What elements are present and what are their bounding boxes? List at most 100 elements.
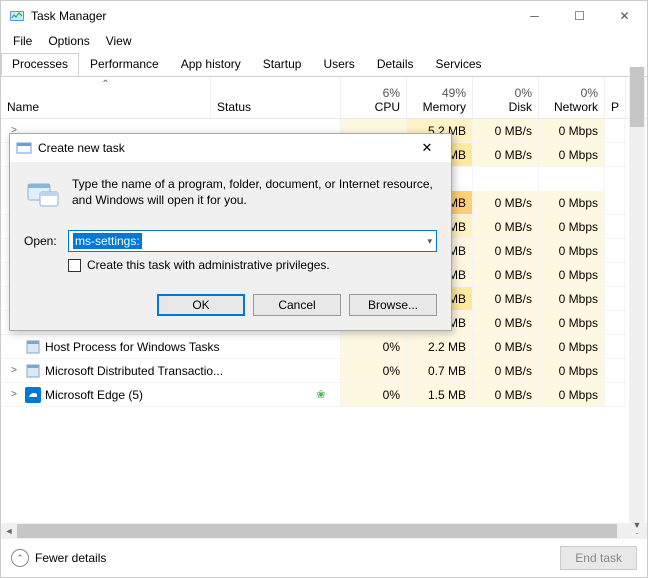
net-cell: 0 Mbps	[539, 119, 605, 142]
sort-arrow-icon: ⌃	[101, 79, 109, 90]
mem-cell: 0.7 MB	[407, 359, 473, 382]
chevron-up-icon: ⌃	[11, 549, 29, 567]
net-cell: 0 Mbps	[539, 215, 605, 238]
expand-icon[interactable]: >	[7, 389, 21, 400]
extra-cell	[605, 263, 625, 286]
disk-cell: 0 MB/s	[473, 143, 539, 166]
process-name: Microsoft Edge (5)	[45, 388, 143, 402]
menubar: File Options View	[1, 31, 647, 51]
tab-services[interactable]: Services	[425, 53, 493, 76]
process-name: Microsoft Distributed Transactio...	[45, 364, 223, 378]
header-name[interactable]: ⌃ Name	[1, 77, 211, 118]
net-cell: 0 Mbps	[539, 359, 605, 382]
process-name-cell: > Microsoft Distributed Transactio...	[1, 359, 341, 382]
cancel-button[interactable]: Cancel	[253, 294, 341, 316]
net-cell: 0 Mbps	[539, 143, 605, 166]
hscroll-thumb[interactable]	[17, 524, 617, 538]
disk-cell: 0 MB/s	[473, 359, 539, 382]
admin-checkbox-label: Create this task with administrative pri…	[87, 258, 330, 272]
column-headers: ⌃ Name Status 6% CPU 49% Memory 0% Disk …	[1, 77, 647, 119]
ok-button[interactable]: OK	[157, 294, 245, 316]
leaf-icon: ❀	[314, 388, 328, 401]
tab-performance[interactable]: Performance	[79, 53, 170, 76]
header-disk[interactable]: 0% Disk	[473, 77, 539, 118]
menu-view[interactable]: View	[98, 32, 140, 50]
footer: ⌃ Fewer details End task	[1, 539, 647, 577]
net-cell: 0 Mbps	[539, 263, 605, 286]
menu-options[interactable]: Options	[40, 32, 97, 50]
process-name-cell: > Microsoft Edge (5) ❀	[1, 383, 341, 406]
disk-cell	[473, 167, 539, 191]
header-status[interactable]: Status	[211, 77, 341, 118]
scroll-left-icon[interactable]: ◄	[1, 523, 17, 539]
horizontal-scrollbar[interactable]: ◄ ►	[1, 523, 647, 539]
disk-cell: 0 MB/s	[473, 263, 539, 286]
net-cell: 0 Mbps	[539, 287, 605, 310]
expand-icon[interactable]: >	[7, 365, 21, 376]
disk-cell: 0 MB/s	[473, 119, 539, 142]
extra-cell	[605, 383, 625, 406]
net-cell: 0 Mbps	[539, 191, 605, 214]
dialog-titlebar: Create new task ✕	[10, 134, 451, 162]
open-value: ms-settings:	[73, 233, 142, 249]
tab-app-history[interactable]: App history	[170, 53, 252, 76]
tab-details[interactable]: Details	[366, 53, 425, 76]
extra-cell	[605, 359, 625, 382]
mem-cell: 2.2 MB	[407, 335, 473, 358]
net-cell: 0 Mbps	[539, 383, 605, 406]
scroll-down-icon[interactable]: ▼	[629, 517, 645, 533]
tab-startup[interactable]: Startup	[252, 53, 313, 76]
extra-cell	[605, 167, 625, 191]
cpu-cell: 0%	[341, 335, 407, 358]
extra-cell	[605, 143, 625, 166]
task-manager-window: Task Manager ─ ☐ ✕ File Options View Pro…	[0, 0, 648, 578]
net-cell: 0 Mbps	[539, 311, 605, 334]
header-network[interactable]: 0% Network	[539, 77, 605, 118]
table-row[interactable]: Host Process for Windows Tasks 0%2.2 MB 0 …	[1, 335, 647, 359]
table-row[interactable]: >Microsoft Edge (5)❀0%1.5 MB0 MB/s0 Mbps	[1, 383, 647, 407]
cpu-cell: 0%	[341, 359, 407, 382]
menu-file[interactable]: File	[5, 32, 40, 50]
open-combobox[interactable]: ms-settings: ▾	[68, 230, 437, 252]
tab-processes[interactable]: Processes	[1, 53, 79, 76]
header-cpu[interactable]: 6% CPU	[341, 77, 407, 118]
extra-cell	[605, 335, 625, 358]
titlebar: Task Manager ─ ☐ ✕	[1, 1, 647, 31]
tab-users[interactable]: Users	[312, 53, 365, 76]
cpu-cell: 0%	[341, 383, 407, 406]
extra-cell	[605, 191, 625, 214]
extra-cell	[605, 287, 625, 310]
end-task-button[interactable]: End task	[560, 546, 637, 570]
chevron-down-icon[interactable]: ▾	[427, 236, 432, 247]
maximize-button[interactable]: ☐	[557, 1, 602, 31]
run-icon	[16, 140, 32, 156]
dialog-title: Create new task	[38, 141, 125, 155]
dialog-body: Type the name of a program, folder, docu…	[10, 162, 451, 330]
vscroll-thumb[interactable]	[630, 67, 644, 127]
vertical-scrollbar[interactable]: ▼	[629, 67, 645, 533]
process-name-cell: Host Process for Windows Tasks	[1, 335, 341, 358]
net-cell: 0 Mbps	[539, 335, 605, 358]
extra-cell	[605, 311, 625, 334]
disk-cell: 0 MB/s	[473, 239, 539, 262]
admin-checkbox[interactable]	[68, 259, 81, 272]
edge-icon	[25, 387, 41, 403]
task-manager-icon	[9, 8, 25, 24]
net-cell	[539, 167, 605, 191]
minimize-button[interactable]: ─	[512, 1, 557, 31]
extra-cell	[605, 215, 625, 238]
header-extra[interactable]: P	[605, 77, 626, 118]
table-row[interactable]: > Microsoft Distributed Transactio... 0%0.…	[1, 359, 647, 383]
mem-cell: 1.5 MB	[407, 383, 473, 406]
browse-button[interactable]: Browse...	[349, 294, 437, 316]
fewer-details-label: Fewer details	[35, 551, 106, 565]
header-memory[interactable]: 49% Memory	[407, 77, 473, 118]
window-title: Task Manager	[31, 9, 106, 23]
dialog-close-button[interactable]: ✕	[407, 136, 447, 160]
fewer-details-button[interactable]: ⌃ Fewer details	[11, 549, 106, 567]
process-icon	[25, 339, 41, 355]
process-name: Host Process for Windows Tasks	[45, 340, 220, 354]
disk-cell: 0 MB/s	[473, 215, 539, 238]
close-button[interactable]: ✕	[602, 1, 647, 31]
open-label: Open:	[24, 234, 58, 248]
